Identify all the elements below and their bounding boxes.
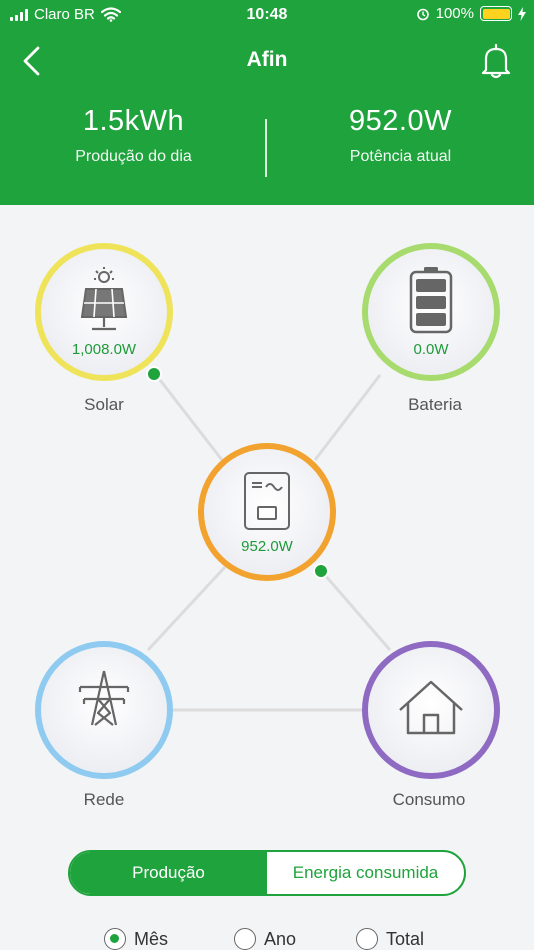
grid-node[interactable] xyxy=(35,641,173,779)
radio-month-circle xyxy=(104,928,126,950)
radio-total-circle xyxy=(356,928,378,950)
current-power-value: 952.0W xyxy=(349,105,452,137)
period-selector: Mês Ano Total xyxy=(0,928,534,950)
inverter-node[interactable] xyxy=(198,443,336,581)
inverter-power-value: 952.0W xyxy=(241,538,293,555)
battery-icon xyxy=(480,6,512,21)
radio-month-label: Mês xyxy=(134,928,169,949)
solar-flow-dot xyxy=(146,366,162,382)
radio-year-circle xyxy=(234,928,256,950)
tab-energy-consumed[interactable]: Energia consumida xyxy=(267,852,464,894)
charging-icon xyxy=(518,6,526,21)
solar-label: Solar xyxy=(84,395,124,414)
radio-year[interactable]: Ano xyxy=(234,928,296,950)
radio-total[interactable]: Total xyxy=(356,928,424,950)
daily-production-value: 1.5kWh xyxy=(82,105,185,137)
radio-month[interactable]: Mês xyxy=(104,928,168,950)
battery-label: Bateria xyxy=(408,395,462,414)
daily-production-label: Produção do dia xyxy=(75,148,192,165)
notifications-button[interactable] xyxy=(478,42,514,80)
header: Claro BR 10:48 100% Afin 1.5kWh Produção… xyxy=(0,0,534,205)
nav-bar: Afin xyxy=(0,40,534,82)
home-node[interactable] xyxy=(362,641,500,779)
line-inverter-grid xyxy=(146,565,227,652)
solar-node[interactable] xyxy=(35,243,173,381)
current-power: 952.0W Potência atual xyxy=(267,105,534,166)
daily-production: 1.5kWh Produção do dia xyxy=(0,105,267,166)
stats-summary: 1.5kWh Produção do dia 952.0W Potência a… xyxy=(0,105,534,185)
page-title: Afin xyxy=(246,48,288,71)
line-inverter-home xyxy=(316,566,392,651)
consumption-label: Consumo xyxy=(392,790,466,809)
status-bar: Claro BR 10:48 100% xyxy=(0,0,534,30)
radio-year-label: Ano xyxy=(264,928,297,949)
flow-lines xyxy=(35,243,500,779)
grid-label: Rede xyxy=(83,790,125,809)
line-solar-inverter xyxy=(158,379,224,461)
inverter-flow-dot xyxy=(313,563,329,579)
energy-flow-diagram: 1,008.0W Solar 0.0W Bateria 952.0W Rede … xyxy=(0,205,534,835)
solar-power-value: 1,008.0W xyxy=(71,341,137,358)
current-power-label: Potência atual xyxy=(349,148,452,165)
battery-node[interactable] xyxy=(362,243,500,381)
tab-production[interactable]: Produção xyxy=(70,852,267,894)
chart-mode-toggle: Produção Energia consumida xyxy=(68,850,466,896)
line-battery-inverter xyxy=(313,374,382,461)
radio-total-label: Total xyxy=(386,928,425,949)
alarm-icon xyxy=(416,8,429,20)
bell-icon xyxy=(481,43,511,79)
battery-power-value: 0.0W xyxy=(413,341,449,358)
battery-percent: 100% xyxy=(435,5,474,22)
